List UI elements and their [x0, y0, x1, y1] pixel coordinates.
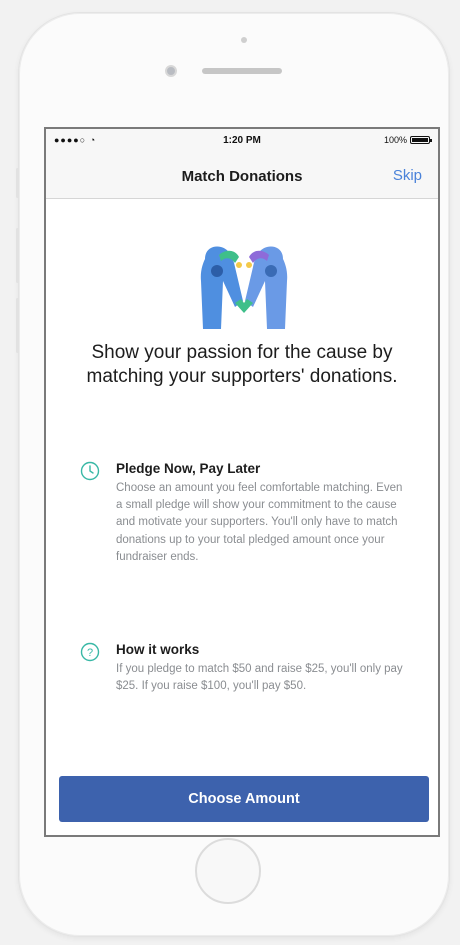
- phone-screen: ●●●●○ ◔ 1:20 PM 100% Match Donations Ski…: [44, 127, 440, 837]
- volume-up-button: [16, 228, 19, 283]
- section-title: How it works: [116, 642, 200, 657]
- earpiece-speaker: [202, 68, 282, 74]
- battery-percent: 100%: [383, 135, 407, 145]
- volume-down-button: [16, 298, 19, 353]
- page-title: Match Donations: [181, 168, 303, 185]
- battery-indicator: 100%: [383, 135, 432, 145]
- section-pledge: Pledge Now, Pay Later Choose an amount y…: [80, 461, 408, 621]
- clock-icon: [80, 461, 100, 481]
- section-body: Choose an amount you feel comfortable ma…: [116, 482, 403, 563]
- section-body: If you pledge to match $50 and raise $25…: [116, 663, 403, 693]
- status-bar: ●●●●○ ◔ 1:20 PM 100%: [46, 129, 438, 153]
- choose-amount-button[interactable]: Choose Amount: [59, 776, 429, 822]
- battery-fill: [412, 138, 428, 142]
- svg-text:?: ?: [87, 647, 93, 659]
- navigation-bar: Match Donations Skip: [46, 153, 438, 199]
- skip-button[interactable]: Skip: [393, 167, 422, 184]
- section-how-it-works: ? How it works If you pledge to match $5…: [80, 642, 408, 722]
- headline: Show your passion for the cause by match…: [86, 342, 398, 387]
- section-title: Pledge Now, Pay Later: [116, 461, 261, 476]
- front-camera: [165, 65, 177, 77]
- question-icon: ?: [80, 642, 100, 662]
- sensor-dot: [241, 37, 247, 43]
- home-button[interactable]: [195, 838, 261, 904]
- mute-switch: [16, 168, 19, 198]
- status-time: 1:20 PM: [223, 135, 261, 146]
- heart-hands-illustration: [200, 246, 288, 329]
- battery-icon: [410, 136, 432, 144]
